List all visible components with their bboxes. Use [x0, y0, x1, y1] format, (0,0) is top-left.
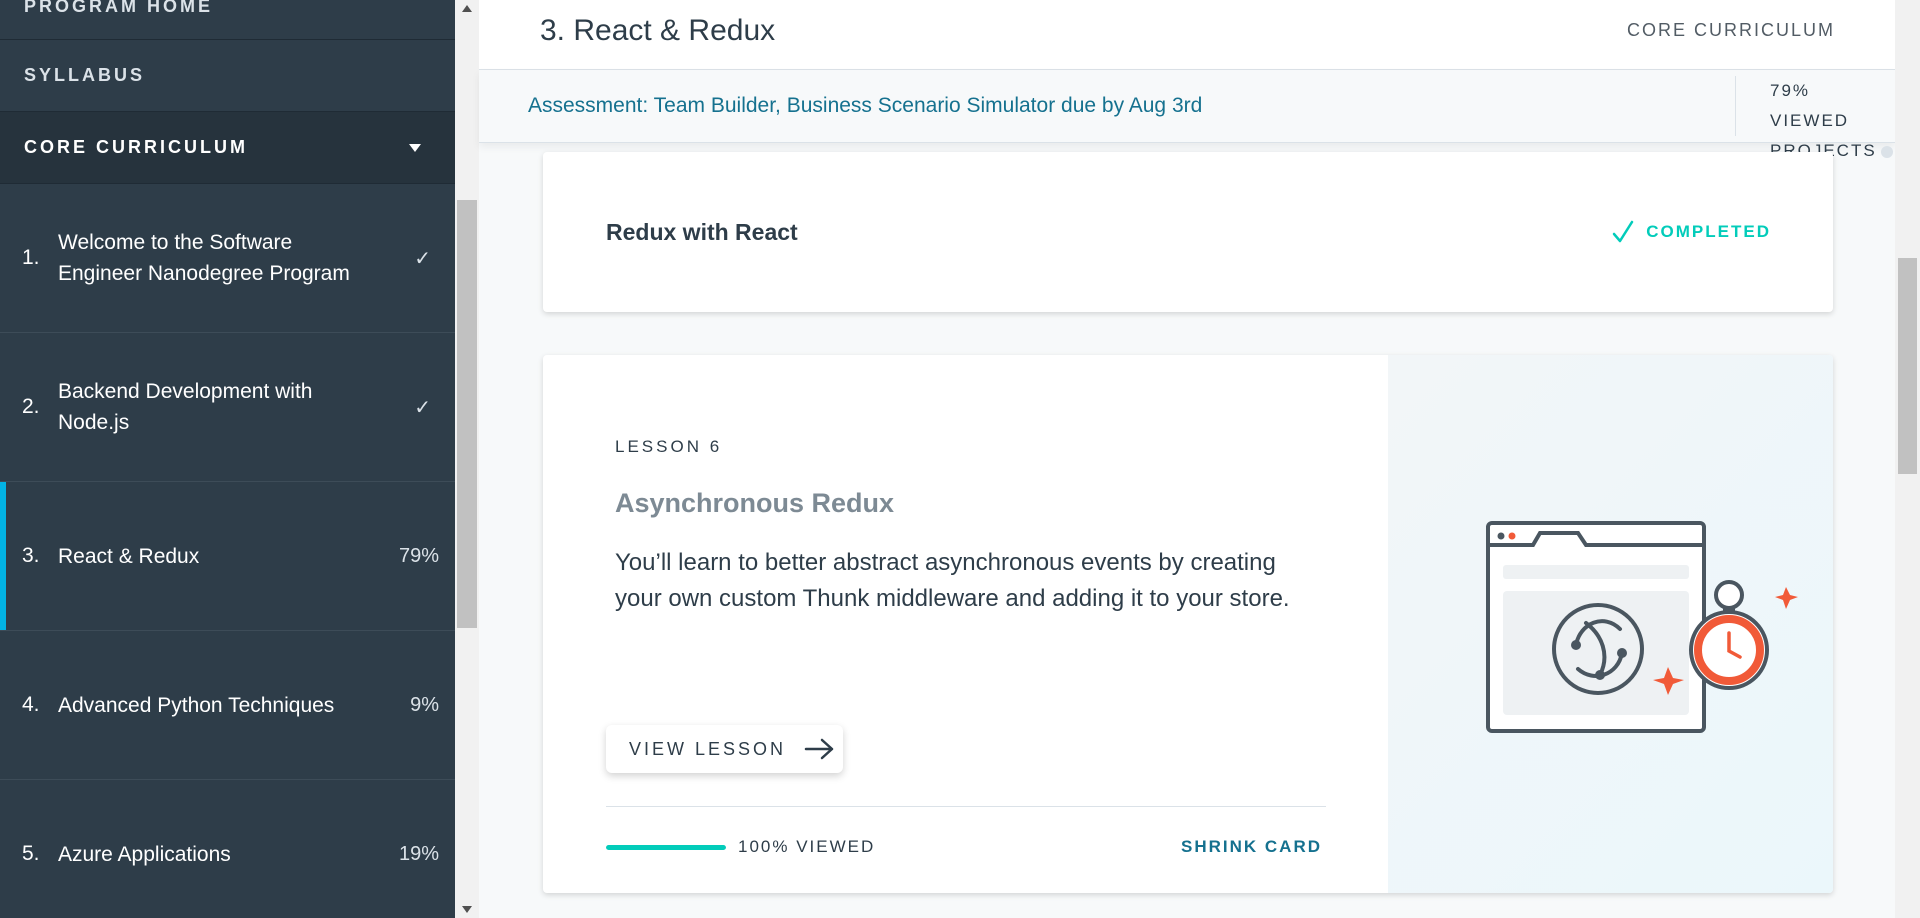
- view-lesson-label: VIEW LESSON: [629, 738, 787, 759]
- course-item-4[interactable]: 4. Advanced Python Techniques 9%: [0, 631, 455, 780]
- lesson-description: You’ll learn to better abstract asynchro…: [615, 549, 1290, 612]
- course-item-2[interactable]: 2. Backend Development with Node.js ✓: [0, 333, 455, 482]
- page-title: 3. React & Redux: [540, 13, 776, 47]
- lesson-card-body: LESSON 6 Asynchronous Redux You’ll learn…: [543, 355, 1388, 893]
- sidebar-scrollbar-thumb[interactable]: [457, 200, 477, 628]
- main-scrollbar[interactable]: [1895, 0, 1920, 918]
- section-label: CORE CURRICULUM: [1626, 20, 1835, 40]
- arrow-right-icon: [804, 738, 834, 760]
- sidebar: PROGRAM HOME SYLLABUS CORE CURRICULUM 1.…: [0, 0, 455, 918]
- nav-core-curriculum-label: CORE CURRICULUM: [24, 137, 248, 157]
- lesson-card: LESSON 6 Asynchronous Redux You’ll learn…: [543, 355, 1833, 893]
- nav-program-home-label: PROGRAM HOME: [24, 0, 213, 16]
- scroll-up-icon[interactable]: [462, 5, 472, 12]
- projects-dot-icon: [1880, 145, 1893, 158]
- course-item-1[interactable]: 1. Welcome to the Software Engineer Nano…: [0, 184, 455, 333]
- check-icon: ✓: [414, 396, 431, 419]
- nav-core-curriculum[interactable]: CORE CURRICULUM: [0, 112, 455, 184]
- lesson-illustration-panel: [1388, 355, 1833, 893]
- viewed-percent: 79% VIEWED: [1770, 81, 1850, 130]
- lesson-title: Asynchronous Redux: [615, 488, 895, 518]
- sidebar-scrollbar[interactable]: [455, 0, 479, 918]
- redux-browser-stopwatch-illustration: [1486, 521, 1798, 733]
- course-title: React & Redux: [58, 544, 200, 568]
- main-content: 3. React & Redux CORE CURRICULUM Assessm…: [479, 0, 1895, 918]
- course-title: Advanced Python Techniques: [58, 693, 335, 717]
- progress-fill: [606, 844, 726, 850]
- view-lesson-button[interactable]: VIEW LESSON: [606, 725, 843, 773]
- card-divider: [606, 806, 1326, 807]
- check-icon: ✓: [414, 247, 431, 270]
- progress-bar: [606, 844, 726, 850]
- course-number: 5.: [22, 842, 40, 865]
- course-progress: 19%: [398, 842, 439, 865]
- course-title: Welcome to the Software Engineer Nanodeg…: [58, 231, 350, 285]
- main-scrollbar-thumb[interactable]: [1898, 258, 1917, 474]
- lesson-progress: 100% VIEWED: [606, 837, 875, 857]
- check-icon: [1613, 220, 1634, 243]
- scroll-down-icon[interactable]: [462, 906, 472, 913]
- course-title: Backend Development with Node.js: [58, 380, 313, 434]
- shrink-card-button[interactable]: SHRINK CARD: [1181, 837, 1322, 857]
- course-number: 2.: [22, 395, 40, 418]
- course-number: 3.: [22, 544, 40, 567]
- page-header: 3. React & Redux CORE CURRICULUM: [479, 0, 1895, 70]
- caret-down-icon: [409, 143, 421, 152]
- completed-lesson-title: Redux with React: [606, 218, 798, 245]
- course-number: 1.: [22, 246, 40, 269]
- course-title: Azure Applications: [58, 842, 231, 866]
- course-number: 4.: [22, 693, 40, 716]
- assessment-banner: Assessment: Team Builder, Business Scena…: [479, 70, 1895, 160]
- progress-stats: 79% VIEWED PROJECTS: [1735, 76, 1895, 160]
- completed-status: COMPLETED: [1612, 220, 1771, 244]
- course-item-3[interactable]: 3. React & Redux 79%: [0, 482, 455, 631]
- progress-label: 100% VIEWED: [738, 837, 876, 856]
- completed-lesson-card[interactable]: Redux with React COMPLETED: [543, 152, 1833, 312]
- nav-syllabus-label: SYLLABUS: [24, 65, 146, 85]
- nav-program-home[interactable]: PROGRAM HOME: [0, 0, 455, 40]
- assessment-link[interactable]: Assessment: Team Builder, Business Scena…: [479, 94, 1735, 118]
- course-progress: 9%: [410, 693, 439, 716]
- completed-status-label: COMPLETED: [1646, 222, 1771, 241]
- course-progress: 79%: [398, 544, 439, 567]
- nav-syllabus[interactable]: SYLLABUS: [0, 40, 455, 112]
- course-item-5[interactable]: 5. Azure Applications 19%: [0, 780, 455, 918]
- lesson-number: LESSON 6: [615, 437, 723, 456]
